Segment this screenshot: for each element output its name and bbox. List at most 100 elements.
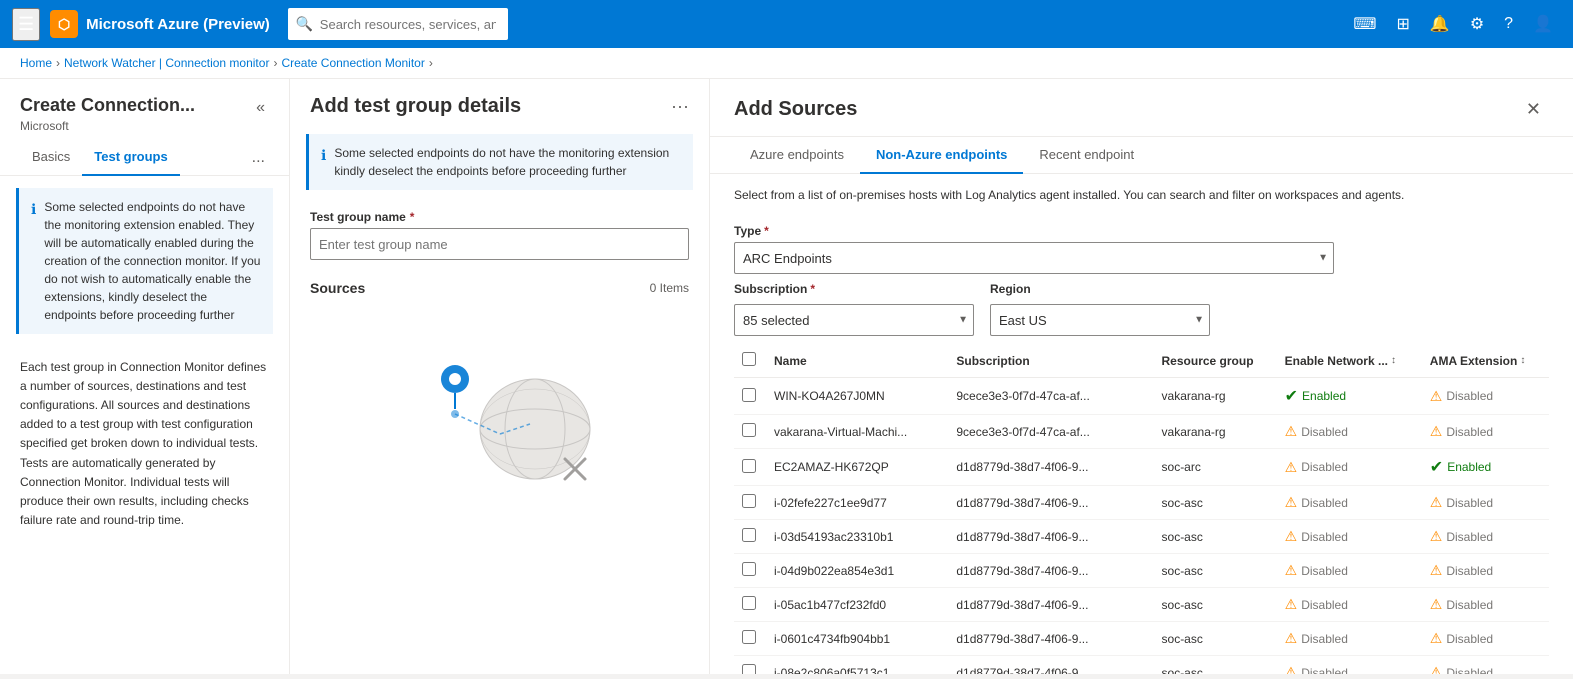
help-button[interactable]: ?	[1496, 7, 1521, 41]
row-checkbox[interactable]	[742, 423, 756, 437]
warn-icon: ⚠	[1285, 596, 1298, 613]
sidebar-info-box: ℹ Some selected endpoints do not have th…	[16, 188, 273, 334]
cell-name: i-05ac1b477cf232fd0	[766, 588, 948, 622]
ama-sort[interactable]: AMA Extension ↕	[1430, 354, 1526, 368]
filter-row: Type * ARC Endpoints Log Analytics Works…	[710, 216, 1573, 282]
main-layout: Create Connection... Microsoft « Basics …	[0, 79, 1573, 674]
table-row: WIN-KO4A267J0MN9cece3e3-0f7d-47ca-af...v…	[734, 378, 1549, 415]
sidebar-subtitle: Microsoft	[20, 119, 195, 133]
sources-table-wrap: Name Subscription Resource group	[710, 344, 1573, 674]
cell-ama-extension: ⚠ Disabled	[1422, 622, 1549, 656]
cell-resource-group: soc-asc	[1154, 554, 1277, 588]
tab-recent-endpoint[interactable]: Recent endpoint	[1023, 137, 1150, 174]
panel-tabs: Azure endpoints Non-Azure endpoints Rece…	[710, 137, 1573, 174]
cell-ama-extension: ⚠ Disabled	[1422, 486, 1549, 520]
table-row: i-03d54193ac23310b1d1d8779d-38d7-4f06-9.…	[734, 520, 1549, 554]
warn-icon: ⚠	[1285, 630, 1298, 647]
warn-icon: ⚠	[1285, 494, 1298, 511]
search-input[interactable]	[288, 8, 508, 40]
ama-status-warn: ⚠ Disabled	[1430, 528, 1541, 545]
ama-warn-icon: ⚠	[1430, 423, 1443, 440]
hamburger-button[interactable]: ☰	[12, 8, 40, 41]
cell-ama-extension: ⚠ Disabled	[1422, 656, 1549, 675]
account-button[interactable]: 👤	[1525, 6, 1561, 42]
subscription-select-wrap: 85 selected ▼	[734, 304, 974, 336]
cell-name: i-03d54193ac23310b1	[766, 520, 948, 554]
settings-button[interactable]: ⚙	[1462, 6, 1492, 42]
row-checkbox[interactable]	[742, 664, 756, 674]
row-checkbox[interactable]	[742, 528, 756, 542]
row-checkbox[interactable]	[742, 388, 756, 402]
type-select-wrap: ARC Endpoints Log Analytics Workspace ▼	[734, 242, 1334, 274]
subscription-label: Subscription *	[734, 282, 974, 296]
add-sources-panel: Add Sources ✕ Azure endpoints Non-Azure …	[710, 79, 1573, 674]
breadcrumb-sep-1: ›	[56, 56, 60, 70]
status-enabled: ✔ Enabled	[1285, 386, 1414, 406]
sidebar-tab-test-groups[interactable]: Test groups	[82, 141, 179, 176]
breadcrumb-network-watcher[interactable]: Network Watcher | Connection monitor	[64, 56, 269, 70]
cell-name: i-04d9b022ea854e3d1	[766, 554, 948, 588]
middle-title: Add test group details	[310, 95, 521, 118]
status-warn: ⚠ Disabled	[1285, 630, 1414, 647]
cell-enable-network: ⚠ Disabled	[1277, 520, 1422, 554]
notifications-button[interactable]: 🔔	[1422, 6, 1458, 42]
breadcrumb-create-monitor[interactable]: Create Connection Monitor	[281, 56, 424, 70]
table-row: i-0601c4734fb904bb1d1d8779d-38d7-4f06-9.…	[734, 622, 1549, 656]
cell-enable-network: ⚠ Disabled	[1277, 554, 1422, 588]
cell-resource-group: soc-asc	[1154, 588, 1277, 622]
sub-region-row: Subscription * 85 selected ▼ Region East…	[710, 282, 1573, 344]
cell-ama-extension: ⚠ Disabled	[1422, 588, 1549, 622]
cell-ama-extension: ⚠ Disabled	[1422, 554, 1549, 588]
sources-table: Name Subscription Resource group	[734, 344, 1549, 674]
net-sort-icon: ↕	[1391, 355, 1396, 366]
middle-more-button[interactable]: ···	[671, 96, 689, 117]
subscription-select[interactable]: 85 selected	[734, 304, 974, 336]
cell-subscription: 9cece3e3-0f7d-47ca-af...	[948, 415, 1153, 449]
ama-status-warn: ⚠ Disabled	[1430, 388, 1541, 405]
row-checkbox[interactable]	[742, 459, 756, 473]
ama-warn-icon: ⚠	[1430, 388, 1443, 405]
sidebar-tab-more-button[interactable]: ...	[248, 141, 269, 175]
table-row: i-08e2c806a0f5713c1d1d8779d-38d7-4f06-9.…	[734, 656, 1549, 675]
table-body: WIN-KO4A267J0MN9cece3e3-0f7d-47ca-af...v…	[734, 378, 1549, 675]
tab-azure-endpoints[interactable]: Azure endpoints	[734, 137, 860, 174]
close-button[interactable]: ✕	[1518, 95, 1549, 124]
type-required-marker: *	[764, 224, 769, 238]
cell-name: EC2AMAZ-HK672QP	[766, 449, 948, 486]
breadcrumb-sep-3: ›	[429, 56, 433, 70]
select-all-checkbox[interactable]	[742, 352, 756, 366]
test-group-name-label: Test group name *	[310, 210, 689, 224]
row-checkbox[interactable]	[742, 562, 756, 576]
sidebar-info-text: Some selected endpoints do not have the …	[44, 198, 261, 324]
table-row: EC2AMAZ-HK672QPd1d8779d-38d7-4f06-9...so…	[734, 449, 1549, 486]
breadcrumb: Home › Network Watcher | Connection moni…	[0, 48, 1573, 79]
region-select[interactable]: East US	[990, 304, 1210, 336]
table-row: i-04d9b022ea854e3d1d1d8779d-38d7-4f06-9.…	[734, 554, 1549, 588]
sources-label: Sources	[310, 280, 365, 296]
middle-panel: Add test group details ··· ℹ Some select…	[290, 79, 710, 674]
cell-ama-extension: ⚠ Disabled	[1422, 520, 1549, 554]
cloud-shell-button[interactable]: ⌨	[1345, 6, 1384, 42]
empty-state	[290, 304, 709, 544]
ama-warn-icon: ⚠	[1430, 528, 1443, 545]
row-checkbox[interactable]	[742, 630, 756, 644]
table-header-row: Name Subscription Resource group	[734, 344, 1549, 378]
row-checkbox[interactable]	[742, 494, 756, 508]
warn-icon: ⚠	[1285, 528, 1298, 545]
portal-button[interactable]: ⊞	[1389, 6, 1418, 42]
cell-enable-network: ⚠ Disabled	[1277, 656, 1422, 675]
type-select[interactable]: ARC Endpoints Log Analytics Workspace	[734, 242, 1334, 274]
breadcrumb-home[interactable]: Home	[20, 56, 52, 70]
search-icon: 🔍	[296, 16, 313, 33]
subscription-required: *	[810, 282, 815, 296]
row-checkbox[interactable]	[742, 596, 756, 610]
cell-subscription: d1d8779d-38d7-4f06-9...	[948, 520, 1153, 554]
tab-non-azure-endpoints[interactable]: Non-Azure endpoints	[860, 137, 1023, 174]
sidebar-tab-basics[interactable]: Basics	[20, 141, 82, 176]
sidebar-collapse-button[interactable]: «	[252, 95, 269, 121]
th-subscription: Subscription	[948, 344, 1153, 378]
net-sort[interactable]: Enable Network ... ↕	[1285, 354, 1396, 368]
sidebar-header: Create Connection... Microsoft «	[0, 79, 289, 141]
test-group-name-input[interactable]	[310, 228, 689, 260]
topbar: ☰ ⬡ Microsoft Azure (Preview) 🔍 ⌨ ⊞ 🔔 ⚙ …	[0, 0, 1573, 48]
